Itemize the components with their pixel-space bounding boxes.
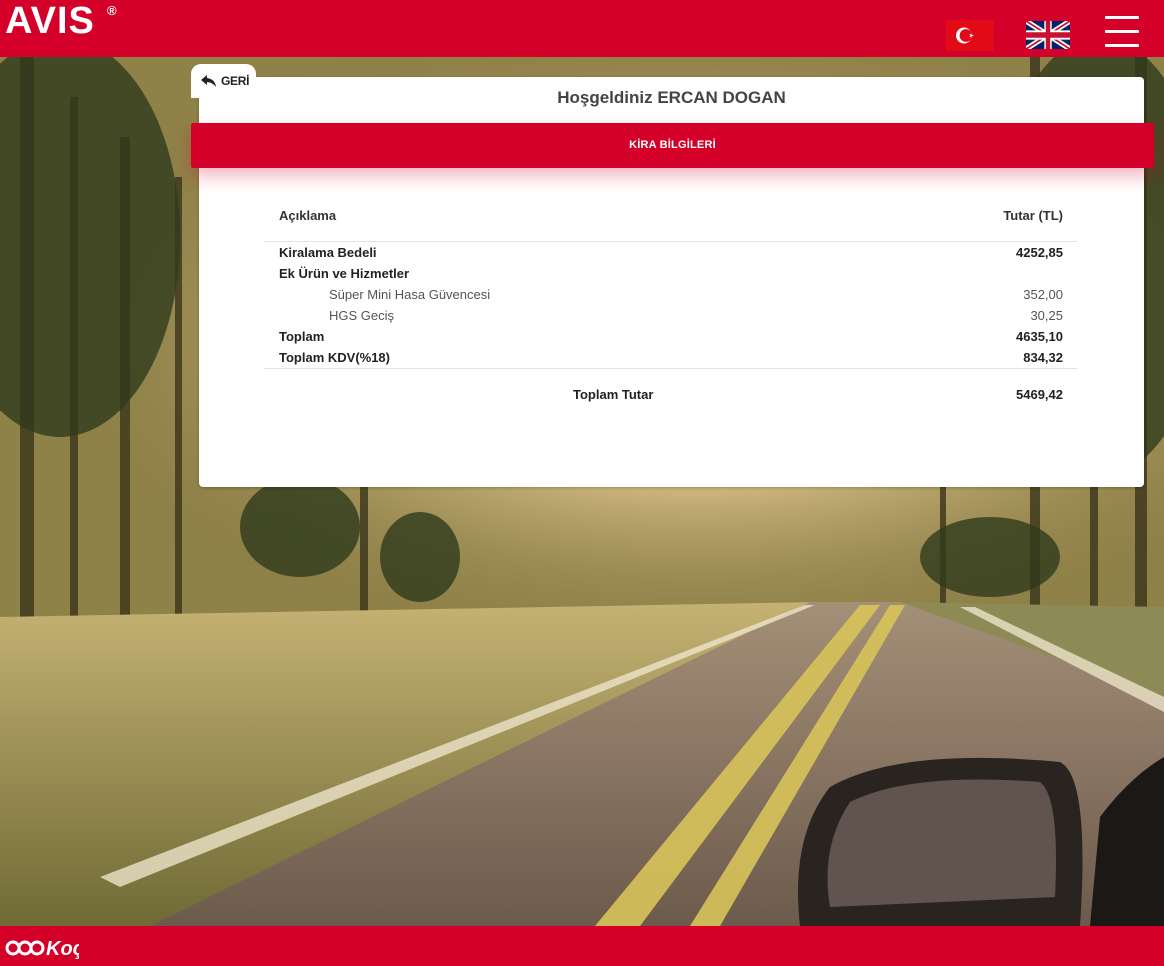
top-navigation-bar: AVIS ® [0, 0, 1164, 57]
svg-text:Koç: Koç [46, 938, 79, 960]
total-divider [264, 368, 1077, 369]
row-label: Toplam [279, 329, 325, 344]
header-divider [264, 241, 1077, 242]
table-header: Açıklama Tutar (TL) [264, 208, 1077, 229]
back-button-label: GERİ [221, 74, 250, 88]
table-row: Ek Ürün ve Hizmetler [264, 266, 1077, 287]
row-label: Toplam KDV(%18) [279, 350, 390, 365]
row-value: 4635,10 [1016, 329, 1063, 344]
row-value: 352,00 [1023, 287, 1063, 302]
table-row: HGS Geciş 30,25 [264, 308, 1077, 329]
row-label: Süper Mini Hasa Güvencesi [329, 287, 491, 302]
row-label: HGS Geciş [329, 308, 395, 323]
registered-mark: ® [107, 3, 117, 18]
welcome-title: Hoşgeldiniz ERCAN DOGAN [557, 88, 786, 107]
table-row: Süper Mini Hasa Güvencesi 352,00 [264, 287, 1077, 308]
row-value: 834,32 [1023, 350, 1063, 365]
turkey-flag-icon[interactable] [946, 20, 994, 51]
grand-total-value: 5469,42 [1016, 387, 1063, 402]
reply-arrow-icon [201, 75, 216, 87]
grand-total-row: Toplam Tutar 5469,42 [264, 387, 1077, 408]
column-header-amount: Tutar (TL) [1003, 208, 1063, 223]
uk-flag-icon[interactable] [1025, 18, 1071, 52]
row-label: Ek Ürün ve Hizmetler [279, 266, 410, 281]
row-value: 4252,85 [1016, 245, 1063, 260]
grand-total-label: Toplam Tutar [573, 387, 654, 402]
section-title-bar: KİRA BİLGİLERİ [191, 123, 1154, 168]
table-row: Kiralama Bedeli 4252,85 [264, 245, 1077, 266]
avis-logo[interactable]: AVIS [5, 0, 95, 42]
footer-bar [0, 926, 1164, 966]
table-row: Toplam 4635,10 [264, 329, 1077, 350]
hamburger-menu-icon[interactable] [1105, 14, 1139, 50]
koc-logo-icon[interactable]: Koç [4, 933, 79, 963]
row-label: Kiralama Bedeli [279, 245, 377, 260]
column-header-description: Açıklama [279, 208, 337, 223]
row-value: 30,25 [1030, 308, 1063, 323]
